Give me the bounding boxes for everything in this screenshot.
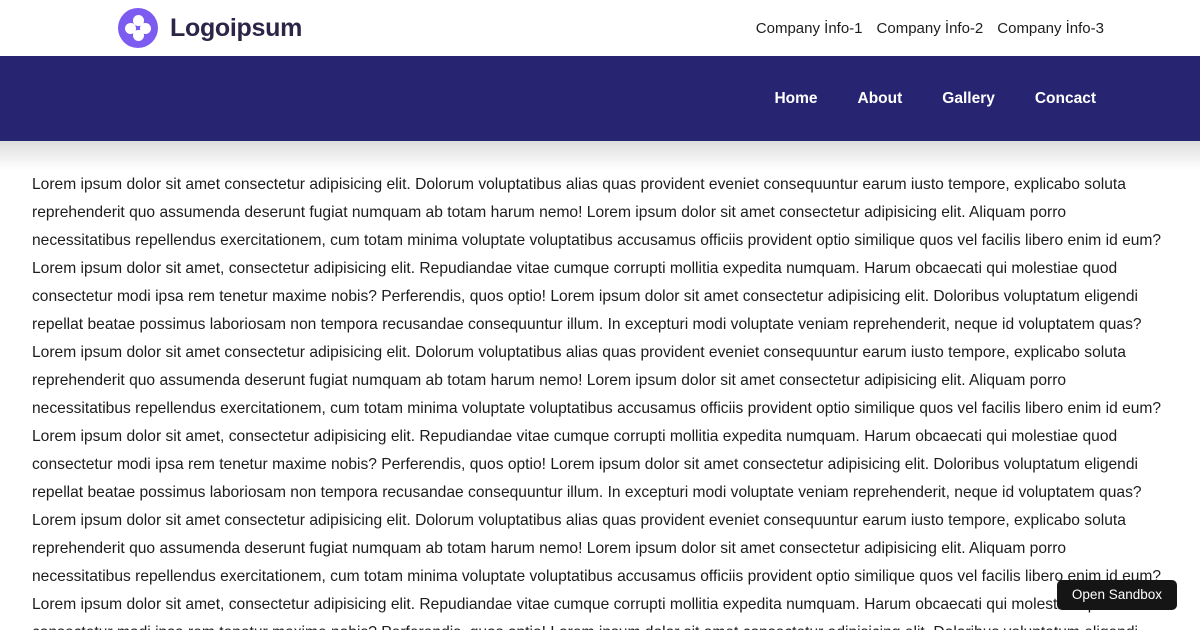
top-link-company-info-3[interactable]: Company İnfo-3: [997, 21, 1104, 36]
top-link-company-info-1[interactable]: Company İnfo-1: [756, 21, 863, 36]
four-petal-clover-icon: [118, 8, 158, 48]
nav-item-home[interactable]: Home: [754, 91, 837, 107]
nav-items: Home About Gallery Concact: [754, 91, 1096, 107]
top-links: Company İnfo-1 Company İnfo-2 Company İn…: [756, 21, 1104, 36]
body-paragraph: Lorem ipsum dolor sit amet consectetur a…: [32, 176, 1162, 630]
petal-left: [125, 22, 136, 34]
page-root: Logoipsum Company İnfo-1 Company İnfo-2 …: [0, 0, 1200, 630]
brand[interactable]: Logoipsum: [118, 8, 302, 48]
top-header: Logoipsum Company İnfo-1 Company İnfo-2 …: [0, 0, 1200, 56]
top-link-company-info-2[interactable]: Company İnfo-2: [877, 21, 984, 36]
main-content: Lorem ipsum dolor sit amet consectetur a…: [0, 141, 1200, 630]
open-sandbox-button[interactable]: Open Sandbox: [1056, 580, 1177, 610]
nav-item-gallery[interactable]: Gallery: [922, 91, 1015, 107]
brand-name: Logoipsum: [170, 13, 303, 42]
nav-item-concact[interactable]: Concact: [1015, 91, 1096, 107]
nav-item-about[interactable]: About: [838, 91, 923, 107]
main-navigation-bar: Home About Gallery Concact: [0, 56, 1200, 141]
